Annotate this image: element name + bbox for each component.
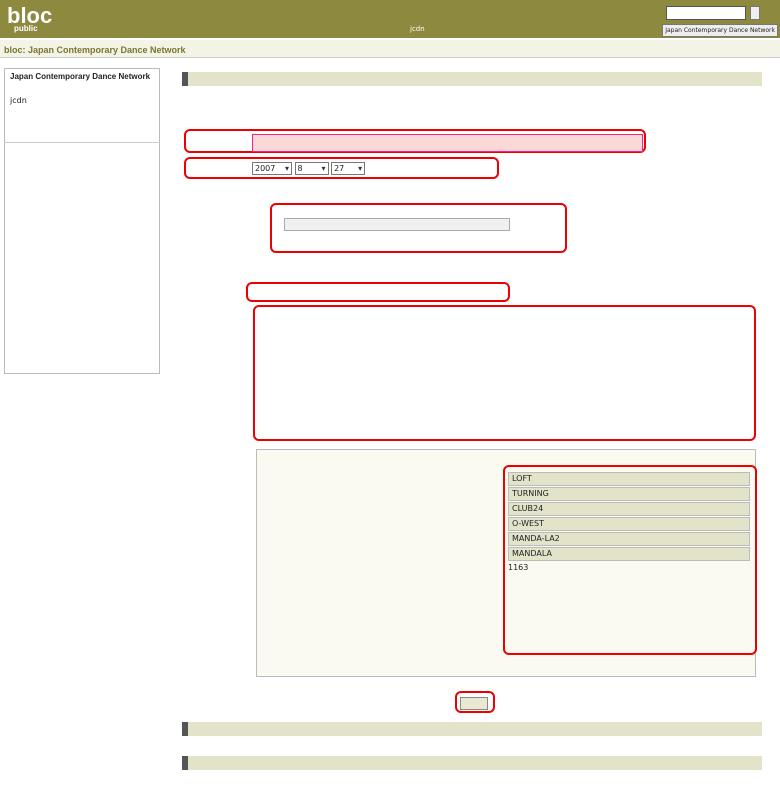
- section-bar-cancel: [182, 756, 762, 770]
- list-item[interactable]: CLUB24: [508, 502, 750, 516]
- list-item[interactable]: MANDALA: [508, 547, 750, 561]
- date-row: 2007 8 27: [252, 162, 366, 175]
- toolbar-home[interactable]: Japan Contemporary Dance Network: [662, 24, 778, 37]
- callout-5: [253, 305, 756, 441]
- site-name: bloc: Japan Contemporary Dance Network: [4, 45, 186, 55]
- next-button[interactable]: [460, 697, 488, 710]
- venue-name-input[interactable]: [284, 218, 510, 231]
- top-toolbar: Japan Contemporary Dance Network: [420, 24, 778, 37]
- sidebar: [4, 68, 160, 374]
- list-item[interactable]: O-WEST: [508, 517, 750, 531]
- search-input[interactable]: [666, 6, 746, 20]
- year-select[interactable]: 2007: [252, 162, 292, 175]
- list-item[interactable]: TURNING: [508, 487, 750, 501]
- bloc-count: 1163: [508, 563, 529, 572]
- list-item[interactable]: MANDA-LA2: [508, 532, 750, 546]
- sidebar-divider: [4, 142, 160, 143]
- logo-sub: public: [14, 24, 38, 33]
- sidebar-uid: jcdn: [10, 96, 27, 105]
- sidebar-org: Japan Contemporary Dance Network: [10, 72, 151, 81]
- list-item[interactable]: LOFT: [508, 472, 750, 486]
- callout-4: [246, 282, 510, 302]
- search-button[interactable]: [750, 6, 760, 20]
- section-bar-others: [182, 722, 762, 736]
- section-bar-data: [182, 72, 762, 86]
- bloc-list: LOFT TURNING CLUB24 O-WEST MANDA-LA2 MAN…: [508, 472, 750, 572]
- day-select[interactable]: 27: [331, 162, 366, 175]
- subcategory-row: [252, 134, 643, 152]
- month-select[interactable]: 8: [294, 162, 329, 175]
